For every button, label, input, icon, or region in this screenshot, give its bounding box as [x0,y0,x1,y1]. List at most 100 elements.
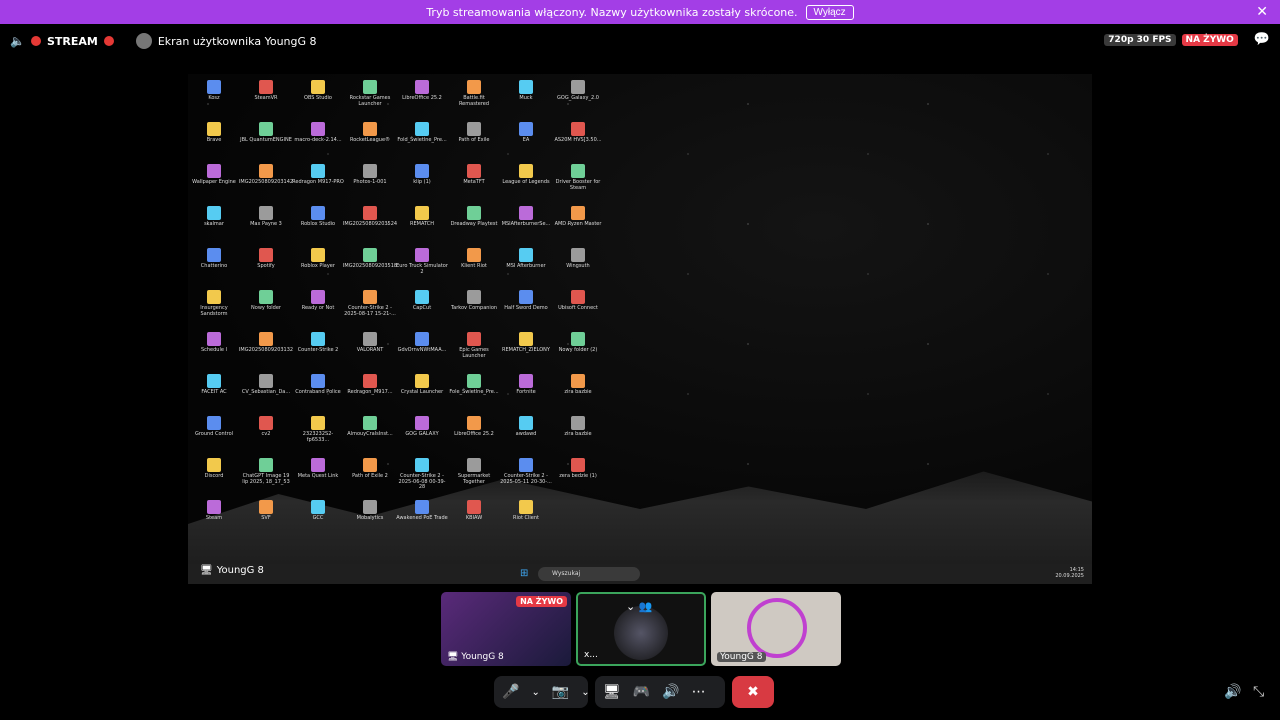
desktop-icon[interactable]: AlmouyCralsInst... [344,416,396,458]
desktop-icon[interactable] [656,416,708,458]
chevron-down-icon[interactable]: ⌄ [531,687,539,698]
camera-off-icon[interactable]: 📷 [552,684,569,700]
desktop-icon[interactable]: Ready or Not [292,290,344,332]
desktop-icon[interactable]: Nowy folder [240,290,292,332]
desktop-icon[interactable] [604,248,656,290]
desktop-icon[interactable]: Photos-1-001 [344,164,396,206]
desktop-icon[interactable]: AMD Ryzen Master [552,206,604,248]
desktop-icon[interactable] [604,206,656,248]
desktop-icon[interactable]: Dreadway Playtest [448,206,500,248]
desktop-icon[interactable]: Fortnite [500,374,552,416]
desktop-icon[interactable]: klip (1) [396,164,448,206]
desktop-icon[interactable]: GCC [292,500,344,542]
desktop-icon[interactable]: Tarkov Companion [448,290,500,332]
desktop-icon[interactable] [604,290,656,332]
desktop-icon[interactable]: SVF [240,500,292,542]
desktop-icon[interactable]: Crystal Launcher [396,374,448,416]
chat-icon[interactable]: 💬 [1254,32,1270,47]
desktop-icon[interactable] [656,500,708,542]
desktop-icon[interactable] [604,416,656,458]
desktop-icon[interactable]: Muck [500,80,552,122]
tile-chevron-icon[interactable]: ⌄ 👥 [626,600,652,613]
desktop-icon[interactable]: Kosz [188,80,240,122]
desktop-icon[interactable]: zira bazbie [552,374,604,416]
desktop-icon[interactable]: Discord [188,458,240,500]
desktop-icon[interactable]: Mobalytics [344,500,396,542]
desktop-icon[interactable]: Roblox Studio [292,206,344,248]
desktop-icon[interactable]: Redragon_M917... [344,374,396,416]
participant-tile-selected[interactable]: ⌄ 👥 x... [576,592,706,666]
desktop-icon[interactable]: Schedule I [188,332,240,374]
desktop-icon[interactable]: MSI Afterburner [500,248,552,290]
desktop-icon[interactable] [604,458,656,500]
desktop-icon[interactable]: zera bedzie (1) [552,458,604,500]
desktop-icon[interactable] [656,164,708,206]
desktop-icon[interactable]: zira bazbie [552,416,604,458]
desktop-icon[interactable]: Spotify [240,248,292,290]
close-icon[interactable]: ✕ [1256,4,1268,20]
desktop-icon[interactable]: RocketLeague® [344,122,396,164]
desktop-icon[interactable] [656,458,708,500]
desktop-icon[interactable] [604,122,656,164]
desktop-icon[interactable] [604,80,656,122]
desktop-icon[interactable]: CapCut [396,290,448,332]
desktop-icon[interactable]: Klient Riot [448,248,500,290]
desktop-icon[interactable]: Awakened PoE Trade [396,500,448,542]
desktop-icon[interactable]: Wingsuth [552,248,604,290]
desktop-icon[interactable]: IMG20250809203142 [239,164,293,206]
desktop-icon[interactable] [656,206,708,248]
desktop-icon[interactable]: Contraband Police [292,374,344,416]
desktop-icon[interactable]: Counter-Strike 2 [292,332,344,374]
desktop-icon[interactable]: Path of Exile [448,122,500,164]
desktop-icon[interactable] [656,290,708,332]
desktop-icon[interactable]: EA [500,122,552,164]
desktop-icon[interactable]: Battle.fit Remastered [448,80,500,122]
desktop-icon[interactable]: Counter-Strike 2 - 2025-06-08 00-39-28 [396,458,448,500]
desktop-icon[interactable]: Nowy folder (2) [552,332,604,374]
desktop-icon[interactable]: VALORANT [344,332,396,374]
desktop-icon[interactable] [604,374,656,416]
desktop-icon[interactable]: Chatterino [188,248,240,290]
desktop-icon[interactable]: Counter-Strike 2 - 2025-05-11 20-30-... [500,458,552,500]
desktop-icon[interactable]: SteamVR [240,80,292,122]
desktop-icon[interactable]: macro-deck-2.14... [292,122,344,164]
desktop-icon[interactable]: GdvOrnvNWtMAA... [396,332,448,374]
desktop-icon[interactable]: MSIAfterburnerSe... [500,206,552,248]
soundboard-icon[interactable]: 🔊 [662,684,679,700]
desktop-icon[interactable] [656,374,708,416]
desktop-icon[interactable] [656,332,708,374]
desktop-icon[interactable]: MetaTFT [448,164,500,206]
volume-output-icon[interactable]: 🔊 [1224,684,1241,700]
desktop-icon[interactable]: Supermarket Together [448,458,500,500]
leave-call-button[interactable]: ✖ [732,676,774,708]
desktop-icon[interactable]: Roblox Player [292,248,344,290]
desktop-icon[interactable]: awdawd [500,416,552,458]
desktop-icon[interactable]: REMATCH_ZIELONY [500,332,552,374]
participant-tile-stream[interactable]: NA ŻYWO 🖥 YoungG 8 [441,592,571,666]
more-icon[interactable]: ⋯ [692,684,706,700]
disable-streaming-mode-button[interactable]: Wyłącz [805,4,854,20]
participant-tile-user[interactable]: YoungG 8 [711,592,841,666]
desktop-icon[interactable]: League of Legends [500,164,552,206]
desktop-icon[interactable] [656,80,708,122]
desktop-icon[interactable]: CV_Sebastian_Da... [240,374,292,416]
desktop-icon[interactable]: LibreOffice 25.2 [448,416,500,458]
desktop-icon[interactable]: KBIAW [448,500,500,542]
desktop-icon[interactable]: 2323232S2-fp6533... [292,416,344,458]
desktop-icon[interactable]: Rockstar Games Launcher [344,80,396,122]
desktop-icon[interactable]: Steam [188,500,240,542]
desktop-icon[interactable]: AS20M HVS[3.50... [552,122,604,164]
desktop-icon[interactable]: cv2 [240,416,292,458]
desktop-icon[interactable]: JBL QuantumENGINE [240,122,292,164]
desktop-icon[interactable] [604,500,656,542]
desktop-icon[interactable] [604,164,656,206]
screen-share-stage[interactable]: Kosz SteamVR OBS Studio Rockstar Games Laun… [188,74,1092,584]
desktop-icon[interactable] [656,122,708,164]
desktop-icon[interactable]: Fold_Świetlne_Pre... [396,122,448,164]
exit-fullscreen-icon[interactable]: ⤡ [1253,684,1264,700]
desktop-icon[interactable]: Redragon M917-PRO [292,164,344,206]
desktop-icon[interactable]: Wallpaper Engine [188,164,240,206]
desktop-icon[interactable]: Ubisoft Connect [552,290,604,332]
desktop-icon[interactable]: ChatGPT Image 19 lip 2025, 18_17_53 [240,458,292,500]
desktop-icon[interactable]: Path of Exile 2 [344,458,396,500]
